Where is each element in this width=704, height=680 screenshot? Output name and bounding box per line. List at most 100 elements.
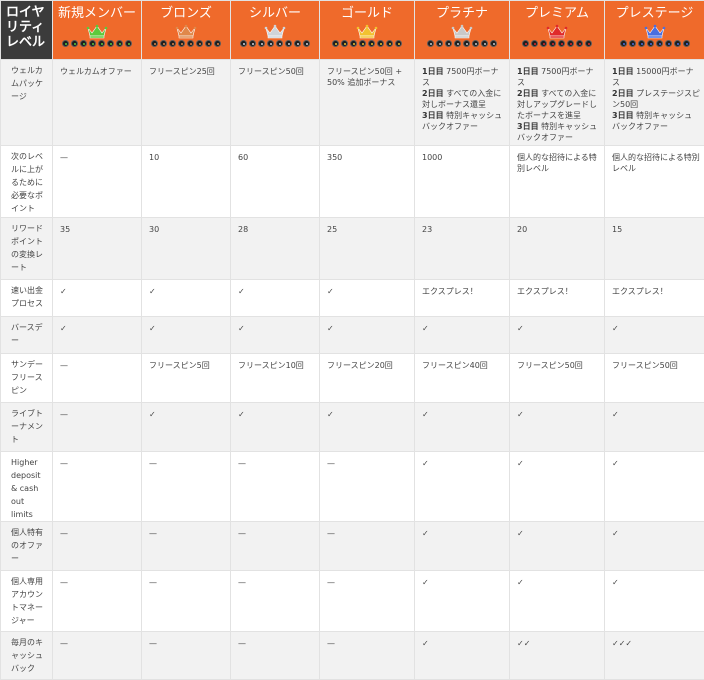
tier-dot bbox=[98, 40, 105, 47]
table-cell: ✓ bbox=[415, 403, 510, 452]
crown-icon bbox=[86, 24, 108, 39]
table-cell: フリースピン10回 bbox=[231, 354, 320, 403]
tier-dot bbox=[585, 40, 592, 47]
tier-header: プレステージ bbox=[605, 1, 704, 60]
table-cell: 35 bbox=[53, 218, 142, 280]
table-cell: — bbox=[53, 403, 142, 452]
table-cell: ✓ bbox=[605, 403, 704, 452]
table-cell: ✓ bbox=[320, 403, 415, 452]
tier-dot bbox=[620, 40, 627, 47]
table-row: ウェルカムパッケージウェルカムオファーフリースピン25回フリースピン50回フリー… bbox=[1, 60, 704, 146]
table-cell: ✓ bbox=[510, 317, 605, 354]
table-cell: 1日目 7500円ボーナス2日目 すべての入金に対しボーナス還呈3日目 特別キャ… bbox=[415, 60, 510, 146]
tier-dot bbox=[341, 40, 348, 47]
crown-icon bbox=[644, 24, 666, 39]
table-cell: ✓ bbox=[320, 317, 415, 354]
tier-name: シルバー bbox=[231, 6, 319, 21]
tier-dot bbox=[647, 40, 654, 47]
tier-dot bbox=[214, 40, 221, 47]
tier-dot bbox=[395, 40, 402, 47]
tier-dot bbox=[567, 40, 574, 47]
crown-icon bbox=[356, 24, 378, 39]
tier-dot bbox=[240, 40, 247, 47]
tier-name: ブロンズ bbox=[142, 6, 230, 21]
table-cell: ✓ bbox=[415, 452, 510, 522]
tier-dot bbox=[463, 40, 470, 47]
table-cell: 10 bbox=[142, 146, 231, 218]
row-label: ウェルカムパッケージ bbox=[1, 60, 53, 146]
table-cell: ✓ bbox=[142, 317, 231, 354]
table-cell: ✓ bbox=[605, 522, 704, 571]
tier-dot bbox=[303, 40, 310, 47]
table-cell: ✓ bbox=[415, 571, 510, 632]
table-cell: フリースピン50回 bbox=[605, 354, 704, 403]
row-label: ライブトーナメント bbox=[1, 403, 53, 452]
table-row: Higher deposit & cash out limits————✓✓✓ bbox=[1, 452, 704, 522]
table-cell: ✓ bbox=[142, 280, 231, 317]
row-label: リワードポイントの変換レート bbox=[1, 218, 53, 280]
tier-dot bbox=[62, 40, 69, 47]
header-row: ロイヤリティレベル 新規メンバーブロンズシルバーゴールドプラチナプレミアムプレス… bbox=[1, 1, 704, 60]
row-label: 速い出金プロセス bbox=[1, 280, 53, 317]
tier-dots bbox=[231, 40, 319, 47]
tier-name: プレミアム bbox=[510, 6, 604, 21]
tier-dot bbox=[454, 40, 461, 47]
table-cell: ✓ bbox=[510, 522, 605, 571]
tier-dot bbox=[481, 40, 488, 47]
table-cell: フリースピン50回 + 50% 追加ボーナス bbox=[320, 60, 415, 146]
tier-dot bbox=[151, 40, 158, 47]
row-label: 次のレベルに上がるために必要なポイント bbox=[1, 146, 53, 218]
table-row: ライブトーナメント—✓✓✓✓✓✓ bbox=[1, 403, 704, 452]
table-row: 個人特有のオファー————✓✓✓ bbox=[1, 522, 704, 571]
tier-dot bbox=[196, 40, 203, 47]
row-label: 毎月のキャッシュバック bbox=[1, 632, 53, 680]
table-cell: フリースピン40回 bbox=[415, 354, 510, 403]
tier-dot bbox=[436, 40, 443, 47]
table-row: 個人専用アカウントマネージャー————✓✓✓ bbox=[1, 571, 704, 632]
tier-dot bbox=[368, 40, 375, 47]
tier-name: プラチナ bbox=[415, 6, 509, 21]
tier-name: プレステージ bbox=[605, 6, 704, 21]
table-row: 速い出金プロセス✓✓✓✓エクスプレス！エクスプレス！エクスプレス！ bbox=[1, 280, 704, 317]
table-cell: ✓ bbox=[53, 317, 142, 354]
table-cell: — bbox=[53, 146, 142, 218]
tier-header: ゴールド bbox=[320, 1, 415, 60]
tier-dot bbox=[178, 40, 185, 47]
table-cell: — bbox=[53, 452, 142, 522]
tier-dots bbox=[320, 40, 414, 47]
tier-dot bbox=[160, 40, 167, 47]
table-cell: 1日目 15000円ボーナス2日目 プレステージスピン50回3日目 特別キャッシ… bbox=[605, 60, 704, 146]
table-cell: 個人的な招待による特別レベル bbox=[510, 146, 605, 218]
tier-dot bbox=[187, 40, 194, 47]
tier-dot bbox=[386, 40, 393, 47]
table-cell: 1日目 7500円ボーナス2日目 すべての入金に対しアップグレードしたボーナスを… bbox=[510, 60, 605, 146]
tier-dot bbox=[89, 40, 96, 47]
table-row: リワードポイントの変換レート35302825232015 bbox=[1, 218, 704, 280]
crown-icon bbox=[175, 24, 197, 39]
tier-dot bbox=[665, 40, 672, 47]
tier-header: シルバー bbox=[231, 1, 320, 60]
table-cell: 28 bbox=[231, 218, 320, 280]
table-cell: — bbox=[142, 522, 231, 571]
tier-dot bbox=[359, 40, 366, 47]
tier-dot bbox=[549, 40, 556, 47]
table-row: サンデーフリースピン—フリースピン5回フリースピン10回フリースピン20回フリー… bbox=[1, 354, 704, 403]
tier-dot bbox=[205, 40, 212, 47]
table-cell: — bbox=[53, 632, 142, 680]
table-cell: ✓ bbox=[605, 452, 704, 522]
table-cell: ✓ bbox=[320, 280, 415, 317]
table-cell: ✓ bbox=[415, 632, 510, 680]
table-cell: ✓ bbox=[605, 571, 704, 632]
table-cell: 25 bbox=[320, 218, 415, 280]
tier-dots bbox=[605, 40, 704, 47]
loyalty-table: ロイヤリティレベル 新規メンバーブロンズシルバーゴールドプラチナプレミアムプレス… bbox=[0, 0, 704, 680]
table-cell: ウェルカムオファー bbox=[53, 60, 142, 146]
table-cell: 15 bbox=[605, 218, 704, 280]
table-cell: — bbox=[231, 452, 320, 522]
table-cell: フリースピン25回 bbox=[142, 60, 231, 146]
table-cell: — bbox=[142, 632, 231, 680]
tier-dot bbox=[169, 40, 176, 47]
tier-dot bbox=[276, 40, 283, 47]
tier-dot bbox=[638, 40, 645, 47]
table-cell: ✓ bbox=[605, 317, 704, 354]
